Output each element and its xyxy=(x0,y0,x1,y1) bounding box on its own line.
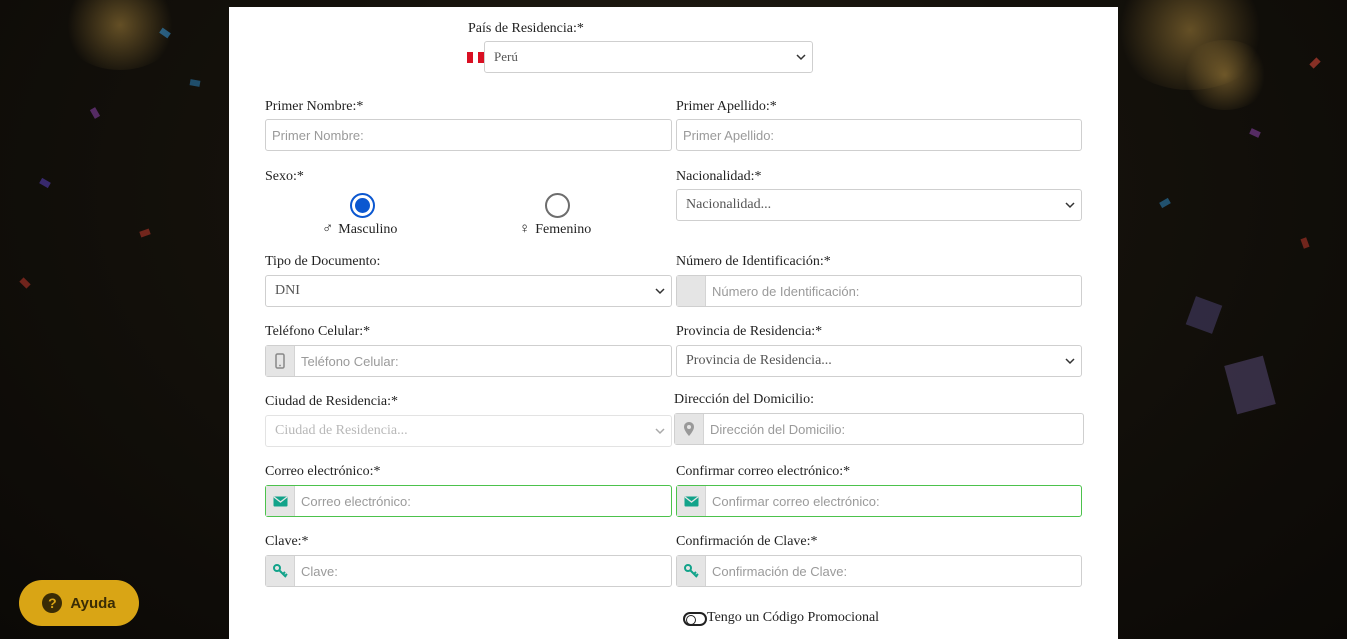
nationality-select-value: Nacionalidad... xyxy=(686,197,772,212)
email-input[interactable]: Correo electrónico: xyxy=(265,485,672,517)
id-number-placeholder: Número de Identificación: xyxy=(712,283,860,299)
promo-label[interactable]: Tengo un Código Promocional xyxy=(707,610,879,626)
email-confirm-input[interactable]: Confirmar correo electrónico: xyxy=(676,485,1082,517)
province-select[interactable]: Provincia de Residencia... xyxy=(676,345,1082,377)
city-label: Ciudad de Residencia:* xyxy=(265,394,398,409)
email-placeholder: Correo electrónico: xyxy=(301,493,411,509)
province-select-value: Provincia de Residencia... xyxy=(686,353,832,368)
province-label: Provincia de Residencia:* xyxy=(676,324,823,339)
password-confirm-placeholder: Confirmación de Clave: xyxy=(712,563,848,579)
city-select-value: Ciudad de Residencia... xyxy=(275,423,408,438)
country-label: País de Residencia:* xyxy=(468,21,584,36)
sex-label: Sexo:* xyxy=(265,169,304,184)
doc-type-label: Tipo de Documento: xyxy=(265,254,381,269)
envelope-icon xyxy=(677,486,706,516)
first-name-input[interactable]: Primer Nombre: xyxy=(265,119,672,151)
key-icon xyxy=(677,556,706,586)
address-input[interactable]: Dirección del Domicilio: xyxy=(674,413,1084,445)
chevron-down-icon xyxy=(1065,202,1075,209)
country-select-value: Perú xyxy=(494,49,518,64)
map-marker-icon xyxy=(675,414,704,444)
address-placeholder: Dirección del Domicilio: xyxy=(710,421,846,437)
registration-panel: País de Residencia:* Perú Primer Nombre:… xyxy=(229,7,1118,639)
peru-flag-icon xyxy=(467,52,485,63)
sex-male-label[interactable]: ♂ Masculino xyxy=(322,221,397,238)
sex-female-label[interactable]: ♀ Femenino xyxy=(519,221,591,238)
nationality-select[interactable]: Nacionalidad... xyxy=(676,189,1082,221)
doc-type-select[interactable]: DNI xyxy=(265,275,672,307)
password-input[interactable]: Clave: xyxy=(265,555,672,587)
phone-placeholder: Teléfono Celular: xyxy=(301,353,399,369)
question-icon: ? xyxy=(42,593,63,613)
chevron-down-icon xyxy=(655,428,665,435)
country-select[interactable]: Perú xyxy=(484,41,813,73)
password-placeholder: Clave: xyxy=(301,563,338,579)
last-name-input[interactable]: Primer Apellido: xyxy=(676,119,1082,151)
address-label: Dirección del Domicilio: xyxy=(674,392,814,407)
mobile-phone-icon xyxy=(266,346,295,376)
chevron-down-icon xyxy=(1065,358,1075,365)
password-confirm-label: Confirmación de Clave:* xyxy=(676,534,818,549)
chevron-down-icon xyxy=(655,288,665,295)
password-label: Clave:* xyxy=(265,534,309,549)
id-number-addon xyxy=(677,276,706,306)
doc-type-select-value: DNI xyxy=(275,283,300,298)
password-confirm-input[interactable]: Confirmación de Clave: xyxy=(676,555,1082,587)
help-button[interactable]: ? Ayuda xyxy=(19,580,139,626)
email-confirm-label: Confirmar correo electrónico:* xyxy=(676,464,851,479)
first-name-label: Primer Nombre:* xyxy=(265,99,364,114)
sex-female-text: Femenino xyxy=(535,221,592,237)
female-symbol-icon: ♀ xyxy=(519,221,531,237)
last-name-label: Primer Apellido:* xyxy=(676,99,777,114)
nationality-label: Nacionalidad:* xyxy=(676,169,762,184)
email-label: Correo electrónico:* xyxy=(265,464,381,479)
promo-toggle[interactable] xyxy=(683,612,707,626)
city-select[interactable]: Ciudad de Residencia... xyxy=(265,415,672,447)
key-icon xyxy=(266,556,295,586)
sex-male-text: Masculino xyxy=(338,221,398,237)
first-name-placeholder: Primer Nombre: xyxy=(272,127,364,143)
id-number-label: Número de Identificación:* xyxy=(676,254,831,269)
male-symbol-icon: ♂ xyxy=(322,221,334,237)
sex-radio-male[interactable] xyxy=(350,193,375,218)
envelope-icon xyxy=(266,486,295,516)
chevron-down-icon xyxy=(796,54,806,61)
id-number-input[interactable]: Número de Identificación: xyxy=(676,275,1082,307)
sex-radio-female[interactable] xyxy=(545,193,570,218)
phone-label: Teléfono Celular:* xyxy=(265,324,371,339)
last-name-placeholder: Primer Apellido: xyxy=(683,127,775,143)
phone-input[interactable]: Teléfono Celular: xyxy=(265,345,672,377)
email-confirm-placeholder: Confirmar correo electrónico: xyxy=(712,493,880,509)
help-button-label: Ayuda xyxy=(70,594,116,612)
